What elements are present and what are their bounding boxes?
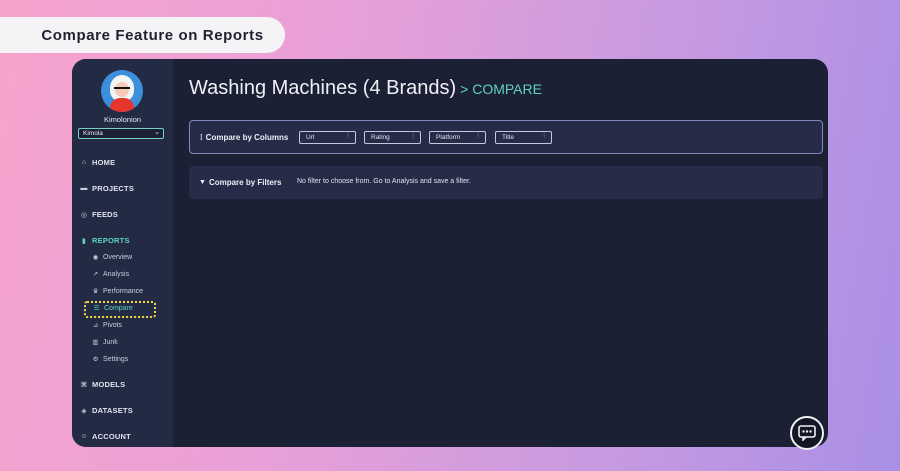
trend-icon: ↗ (92, 271, 99, 278)
chat-button[interactable] (790, 416, 824, 450)
sidebar-subitem-performance[interactable]: ♛ Performance (92, 287, 144, 296)
funnel-icon: ▼ (199, 179, 206, 186)
column-filter-rating[interactable]: Rating ⫶ (364, 131, 421, 144)
compare-by-filters-label: ▼ Compare by Filters (199, 178, 282, 187)
home-icon: ⌂ (81, 159, 87, 166)
breadcrumb-compare: > COMPARE (460, 81, 542, 97)
sidebar: Kimolonion Kimola ⌄ ⌂ HOME ▬ PROJECTS ◎ … (72, 59, 173, 447)
eye-icon: ◉ (92, 254, 99, 261)
workspace-select[interactable]: Kimola ⌄ (78, 128, 164, 139)
compare-by-columns-label: ⁞ Compare by Columns (200, 133, 289, 142)
gear-icon: ⚙ (92, 356, 99, 363)
sidebar-subitem-junk[interactable]: ▥ Junk (92, 338, 117, 347)
filter-icon: ⫶ (477, 133, 479, 140)
user-gear-icon: ☺ (80, 433, 88, 440)
chat-icon (798, 425, 816, 441)
broadcast-icon: ◎ (80, 211, 88, 219)
sidebar-subitem-pivots[interactable]: ⊿ Pivots (92, 321, 122, 330)
sidebar-subitem-analysis[interactable]: ↗ Analysis (92, 270, 129, 279)
sidebar-subitem-settings[interactable]: ⚙ Settings (92, 355, 129, 364)
banner-title: Compare Feature on Reports (41, 26, 264, 44)
compare-highlight (84, 301, 156, 318)
trophy-icon: ♛ (92, 288, 99, 295)
filter-icon: ⫶ (412, 133, 414, 140)
compare-by-columns-panel: ⁞ Compare by Columns Url ⫶ Rating ⫶ Platfo… (189, 120, 823, 154)
sidebar-item-account[interactable]: ☺ ACCOUNT (80, 432, 131, 441)
folder-icon: ▬ (80, 185, 88, 192)
layers-icon: ◈ (81, 407, 87, 415)
column-filter-url[interactable]: Url ⫶ (299, 131, 356, 144)
pivot-icon: ⊿ (92, 322, 99, 329)
bar-chart-icon: ▮ (81, 237, 87, 245)
column-filter-platform[interactable]: Platform ⫶ (429, 131, 486, 144)
chevron-down-icon: ⌄ (154, 129, 160, 136)
feature-banner: Compare Feature on Reports (0, 17, 285, 53)
sidebar-item-datasets[interactable]: ◈ DATASETS (80, 406, 133, 415)
workspace-select-value: Kimola (83, 130, 103, 137)
columns-icon: ⁞ (200, 133, 203, 142)
username: Kimolonion (103, 115, 142, 124)
no-filter-message: No filter to choose from. Go to Analysis… (297, 178, 471, 185)
models-icon: ⌘ (80, 381, 88, 389)
filter-icon: ⫶ (543, 133, 545, 140)
page-title: Washing Machines (4 Brands) > COMPARE (189, 77, 542, 99)
sidebar-item-models[interactable]: ⌘ MODELS (80, 380, 125, 389)
filter-icon: ⫶ (347, 133, 349, 140)
sidebar-item-projects[interactable]: ▬ PROJECTS (80, 184, 134, 193)
compare-by-filters-panel: ▼ Compare by Filters No filter to choose… (189, 166, 823, 199)
avatar[interactable] (101, 70, 143, 112)
sidebar-subitem-overview[interactable]: ◉ Overview (92, 253, 133, 262)
sidebar-item-home[interactable]: ⌂ HOME (80, 158, 115, 167)
column-filter-title[interactable]: Title ⫶ (495, 131, 552, 144)
app-window: Kimolonion Kimola ⌄ ⌂ HOME ▬ PROJECTS ◎ … (72, 59, 828, 447)
sidebar-item-reports[interactable]: ▮ REPORTS (80, 236, 130, 245)
trash-icon: ▥ (92, 339, 99, 346)
sidebar-item-feeds[interactable]: ◎ FEEDS (80, 210, 118, 219)
